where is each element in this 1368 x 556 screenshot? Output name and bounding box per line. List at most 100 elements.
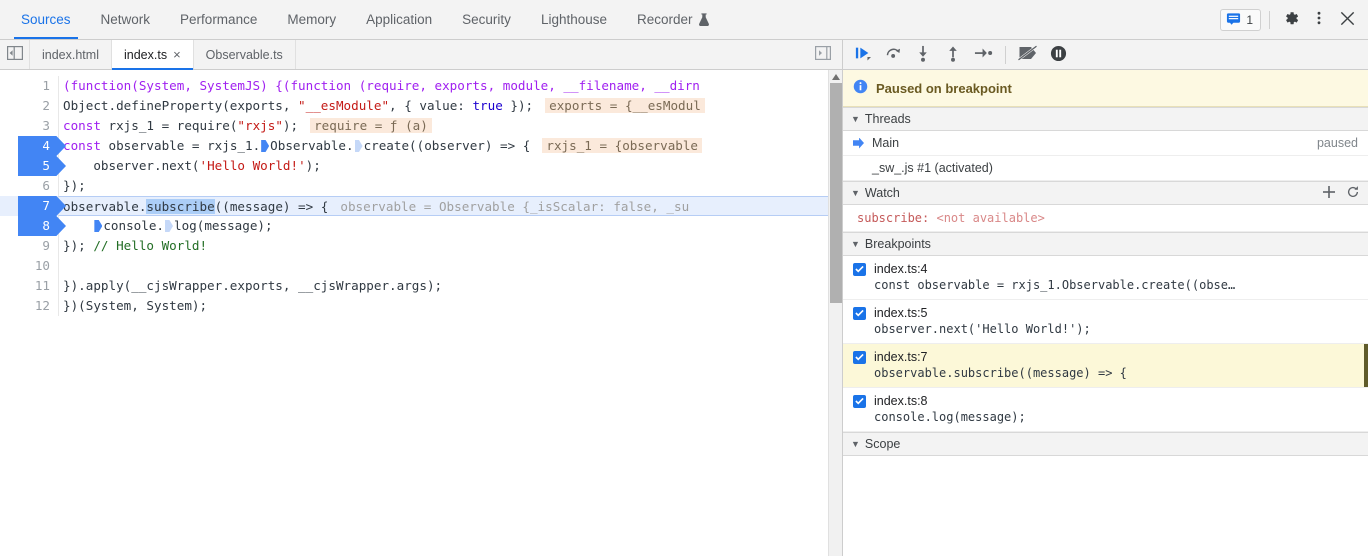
line-gutter[interactable]: 3: [0, 116, 58, 136]
breakpoint-location: index.ts:8: [874, 394, 928, 408]
tab-lighthouse[interactable]: Lighthouse: [526, 0, 622, 39]
line-gutter[interactable]: 11: [0, 276, 58, 296]
step-over-button[interactable]: [879, 40, 907, 66]
deactivate-breakpoints-button[interactable]: [1014, 40, 1042, 66]
breakpoint-code: const observable = rxjs_1.Observable.cre…: [874, 278, 1236, 292]
line-gutter[interactable]: 8: [0, 216, 66, 236]
inline-value: observable = Observable {_isScalar: fals…: [340, 199, 690, 214]
settings-button[interactable]: [1278, 7, 1304, 33]
tab-performance[interactable]: Performance: [165, 0, 272, 39]
flask-icon: [698, 12, 710, 27]
code-token: );: [305, 158, 321, 173]
inline-value: require = ƒ (a): [310, 118, 432, 133]
line-gutter[interactable]: 9: [0, 236, 58, 256]
code-line[interactable]: 5 observer.next('Hello World!');: [0, 156, 842, 176]
watch-expression-name: subscribe:: [857, 211, 930, 225]
tab-application[interactable]: Application: [351, 0, 447, 39]
tab-network[interactable]: Network: [86, 0, 166, 39]
code-token: ((message) => {: [214, 199, 329, 214]
scrollbar-thumb[interactable]: [830, 83, 842, 303]
file-tab-index-ts[interactable]: index.ts ×: [111, 40, 194, 70]
step-button[interactable]: [969, 40, 997, 66]
file-tab-index-html[interactable]: index.html: [30, 40, 112, 69]
breakpoint-list-item[interactable]: index.ts:5 observer.next('Hello World!')…: [843, 300, 1368, 344]
inline-breakpoint-marker[interactable]: [354, 140, 363, 152]
code-token: "__esModule": [298, 98, 390, 113]
file-tab-label: index.ts: [123, 47, 168, 62]
breakpoint-checkbox[interactable]: [853, 350, 866, 364]
file-tab-observable-ts[interactable]: Observable.ts: [194, 40, 296, 69]
tab-sources[interactable]: Sources: [6, 0, 86, 39]
threads-section-header[interactable]: ▼ Threads: [843, 107, 1368, 131]
watch-expression-row[interactable]: subscribe: <not available>: [843, 205, 1368, 232]
line-gutter[interactable]: 7: [0, 196, 66, 216]
code-line[interactable]: 8 console. log(message);: [0, 216, 842, 236]
line-gutter[interactable]: 6: [0, 176, 58, 196]
sources-body: index.html index.ts × Observable.ts 1 (f…: [0, 40, 1368, 556]
message-issues-icon: [1226, 11, 1241, 29]
refresh-icon[interactable]: [1346, 185, 1360, 202]
code-token: true: [472, 98, 503, 113]
code-line[interactable]: 7 observable.subscribe((message) => {obs…: [0, 196, 842, 216]
file-tab-label: Observable.ts: [205, 47, 283, 62]
editor-vertical-scrollbar[interactable]: [828, 70, 842, 556]
show-debugger-button[interactable]: [810, 42, 836, 68]
resume-button[interactable]: [849, 40, 877, 66]
line-gutter[interactable]: 10: [0, 256, 58, 276]
breakpoint-checkbox[interactable]: [853, 394, 866, 408]
code-line[interactable]: 10: [0, 256, 842, 276]
thread-row-service-worker[interactable]: _sw_.js #1 (activated): [843, 156, 1368, 181]
code-line[interactable]: 2 Object.defineProperty(exports, "__esMo…: [0, 96, 842, 116]
close-devtools-button[interactable]: [1334, 7, 1360, 33]
thread-row-main[interactable]: Main paused: [843, 131, 1368, 156]
source-code-editor[interactable]: 1 (function(System, SystemJS) {(function…: [0, 70, 842, 556]
line-gutter[interactable]: 1: [0, 76, 58, 96]
breakpoint-checkbox[interactable]: [853, 306, 866, 320]
code-line[interactable]: 9 }); // Hello World!: [0, 236, 842, 256]
breakpoint-list-item[interactable]: index.ts:8 console.log(message);: [843, 388, 1368, 432]
show-navigator-button[interactable]: [0, 40, 30, 69]
code-line[interactable]: 1 (function(System, SystemJS) {(function…: [0, 76, 842, 96]
inline-breakpoint-marker[interactable]: [94, 220, 103, 232]
breakpoint-list-item[interactable]: index.ts:4 const observable = rxjs_1.Obs…: [843, 256, 1368, 300]
code-line[interactable]: 3 const rxjs_1 = require("rxjs"); require…: [0, 116, 842, 136]
step-out-button[interactable]: [939, 40, 967, 66]
code-line[interactable]: 11 }).apply(__cjsWrapper.exports, __cjsW…: [0, 276, 842, 296]
close-icon: [1339, 10, 1356, 30]
breakpoint-list-item[interactable]: index.ts:7 observable.subscribe((message…: [843, 344, 1368, 388]
scroll-up-arrow[interactable]: [829, 70, 842, 83]
close-icon[interactable]: ×: [173, 48, 181, 61]
breakpoint-header: index.ts:7: [853, 350, 1358, 364]
line-gutter[interactable]: 4: [0, 136, 66, 156]
scope-section-header[interactable]: ▼ Scope: [843, 432, 1368, 456]
tab-memory[interactable]: Memory: [272, 0, 351, 39]
pause-on-exceptions-button[interactable]: [1044, 40, 1072, 66]
code-token: const: [63, 138, 101, 153]
line-gutter[interactable]: 12: [0, 296, 58, 316]
tab-recorder[interactable]: Recorder: [622, 0, 725, 39]
issues-count: 1: [1246, 12, 1253, 27]
chevron-down-icon: ▼: [851, 114, 860, 124]
line-gutter[interactable]: 5: [0, 156, 66, 176]
code-line[interactable]: 6 });: [0, 176, 842, 196]
inline-breakpoint-marker[interactable]: [165, 220, 174, 232]
watch-section-header[interactable]: ▼ Watch: [843, 181, 1368, 205]
debugger-toolbar-divider: [1005, 45, 1006, 64]
issues-button[interactable]: 1: [1220, 8, 1261, 31]
inline-breakpoint-marker[interactable]: [261, 140, 270, 152]
scope-title: Scope: [864, 437, 901, 451]
line-content: })(System, System);: [58, 296, 842, 316]
show-navigator-icon: [6, 46, 23, 63]
code-line[interactable]: 12 })(System, System);: [0, 296, 842, 316]
breakpoint-checkbox[interactable]: [853, 262, 866, 276]
line-gutter[interactable]: 2: [0, 96, 58, 116]
code-line[interactable]: 4 const observable = rxjs_1. Observable. c…: [0, 136, 842, 156]
tab-security[interactable]: Security: [447, 0, 526, 39]
plus-icon[interactable]: [1322, 185, 1336, 202]
step-into-button[interactable]: [909, 40, 937, 66]
breakpoints-section-header[interactable]: ▼ Breakpoints: [843, 232, 1368, 256]
code-token: }).apply(__cjsWrapper.exports, __cjsWrap…: [63, 278, 443, 293]
more-options-button[interactable]: [1306, 7, 1332, 33]
inline-value: exports = {__esModul: [545, 98, 705, 113]
breakpoint-code: observable.subscribe((message) => {: [874, 366, 1127, 380]
